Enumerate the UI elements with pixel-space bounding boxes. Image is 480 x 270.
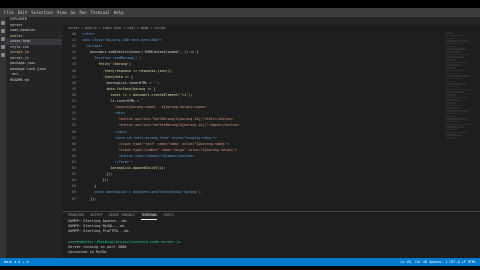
code-text: <button onclick="editBarang(${barang.id}… bbox=[82, 117, 234, 122]
code-text: .then(data => { bbox=[82, 74, 134, 79]
menu-item-run[interactable]: Run bbox=[79, 8, 86, 17]
extensions-icon[interactable] bbox=[1, 53, 5, 57]
status-bar: main ⊗ 0 ⚠ 0 Ln 49, Col 48 Spaces: 2 UTF… bbox=[0, 258, 480, 266]
code-text: <div> bbox=[82, 111, 125, 116]
run-debug-icon[interactable] bbox=[1, 45, 5, 49]
code-text: barangList.innerHTML = ''; bbox=[82, 80, 160, 85]
line-number: 67 bbox=[71, 196, 76, 201]
code-text: .then(response => response.json()) bbox=[82, 68, 172, 73]
code-text: fetch('/barang') bbox=[82, 62, 131, 67]
code-text: const li = document.createElement('li'); bbox=[82, 92, 193, 97]
status-left[interactable]: main ⊗ 0 ⚠ 0 bbox=[4, 258, 29, 266]
code-text: }); bbox=[82, 196, 97, 201]
status-right[interactable]: Ln 49, Col 48 Spaces: 2 UTF-8 LF HTML bbox=[400, 258, 476, 266]
menu-item-terminal[interactable]: Terminal bbox=[91, 8, 110, 17]
code-text: }); bbox=[82, 172, 113, 177]
code-text: <button type="submit">Simpan</button> bbox=[82, 153, 195, 158]
panel-tab-debug-console[interactable]: DEBUG CONSOLE bbox=[109, 212, 136, 219]
menu-item-help[interactable]: Help bbox=[114, 8, 124, 17]
vscode-window: File Edit Selection View Go Run Terminal Help E… bbox=[0, 8, 480, 266]
code-text: </div> bbox=[82, 129, 127, 134]
screen: File Edit Selection View Go Run Terminal Help E… bbox=[0, 0, 480, 270]
code-text: function loadBarang() { bbox=[82, 56, 142, 61]
code-text: <span>${barang.nama} - ${barang.harga}</… bbox=[82, 105, 207, 110]
minimap[interactable] bbox=[446, 31, 474, 207]
menu-item-view[interactable]: View bbox=[57, 8, 67, 17]
explorer-item[interactable]: README.md bbox=[6, 78, 62, 84]
panel-tab-output[interactable]: OUTPUT bbox=[90, 212, 102, 219]
panel-tab-ports[interactable]: PORTS bbox=[163, 212, 173, 219]
code-line: 67 }); bbox=[62, 196, 480, 202]
code-text: document.addEventListener('DOMContentLoa… bbox=[82, 50, 199, 55]
code-editor[interactable]: 40 </div> 41 <div class="bg-gray-100 text-g… bbox=[62, 31, 480, 202]
panel-tab-problems[interactable]: PROBLEMS bbox=[68, 212, 84, 219]
editor-tabs: index.htmlpackage.jsonscript.jsstyle.css… bbox=[62, 17, 480, 25]
code-text: <input type="number" name="harga" value=… bbox=[82, 147, 238, 152]
terminal-line: Connected to MySQL bbox=[68, 250, 107, 255]
explorer-icon[interactable] bbox=[1, 21, 5, 25]
code-text: <div class="bg-gray-100 text-gray-800"> bbox=[82, 38, 162, 43]
code-text: }); bbox=[82, 178, 109, 183]
code-text: data.forEach(barang => { bbox=[82, 86, 156, 91]
menu-item-edit[interactable]: Edit bbox=[18, 8, 28, 17]
code-text: barangList.appendChild(li); bbox=[82, 166, 166, 171]
code-text: <button onclick="deleteBarang(${barang.i… bbox=[82, 123, 240, 128]
code-text: </div> bbox=[82, 32, 95, 36]
code-text: </form>`; bbox=[82, 159, 134, 164]
menu-item-go[interactable]: Go bbox=[71, 8, 76, 17]
panel-tabs: PROBLEMS OUTPUT DEBUG CONSOLE TERMINAL PORTS bbox=[62, 212, 480, 220]
editor-area: index.htmlpackage.jsonscript.jsstyle.css… bbox=[62, 17, 480, 211]
explorer-sidebar: EXPLORER server node_modules public inde… bbox=[6, 17, 62, 266]
code-text: <input type="text" name="nama" value="${… bbox=[82, 141, 229, 146]
code-text: li.innerHTML = ` bbox=[82, 99, 144, 104]
menu-item-selection[interactable]: Selection bbox=[31, 8, 53, 17]
bottom-panel: PROBLEMS OUTPUT DEBUG CONSOLE TERMINAL PORTS… bbox=[62, 211, 480, 259]
menu-item-file[interactable]: File bbox=[4, 8, 14, 17]
code-text: <form id="edit-barang-form" style="displ… bbox=[82, 135, 217, 140]
panel-tab-terminal[interactable]: TERMINAL bbox=[141, 212, 158, 220]
source-control-icon[interactable] bbox=[1, 37, 5, 41]
code-text: } bbox=[82, 184, 97, 189]
menu-bar: File Edit Selection View Go Run Terminal Help bbox=[0, 8, 480, 17]
search-icon[interactable] bbox=[1, 29, 5, 33]
terminal-output[interactable]: XAMPP: Starting Apache...ok. XAMPP: Start… bbox=[62, 219, 480, 255]
code-text: <script> bbox=[82, 44, 103, 49]
code-text: const barangList = document.getElementBy… bbox=[82, 190, 203, 195]
